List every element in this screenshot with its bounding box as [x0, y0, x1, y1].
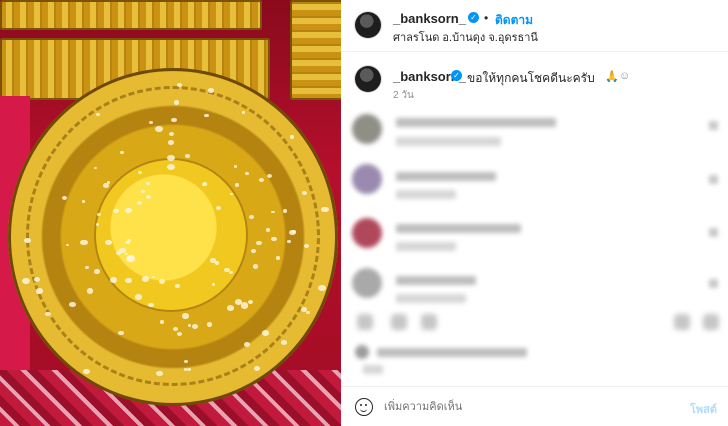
rice-grain — [159, 319, 165, 324]
likes-text-blurred — [377, 348, 527, 357]
comment-meta-blurred — [396, 294, 466, 303]
rice-grain — [204, 113, 209, 118]
rice-grain — [137, 200, 143, 205]
rice-grain — [207, 88, 214, 93]
rice-grain — [187, 324, 191, 327]
bowl-center — [96, 160, 246, 310]
comment-avatar[interactable] — [352, 268, 382, 298]
rice-grain — [212, 283, 216, 286]
bookmark-icon[interactable] — [674, 314, 690, 330]
caption-text: ขอให้ทุกคนโชคดีนะครับ — [467, 71, 595, 85]
rice-grain — [321, 206, 329, 213]
rice-grain — [184, 154, 190, 158]
rice-grain — [158, 278, 165, 284]
rice-grain — [245, 171, 250, 175]
comment-text-blurred — [396, 276, 476, 285]
caption-timestamp: 2 วัน — [393, 90, 414, 101]
gold-tray-decoration — [0, 0, 262, 30]
author-avatar[interactable] — [355, 12, 381, 38]
rice-grain — [167, 140, 174, 146]
post-comment-button[interactable]: โพสต์ — [690, 400, 717, 418]
paper-plane-icon[interactable] — [421, 314, 437, 330]
rice-grain — [250, 249, 256, 253]
verified-badge-icon: ✓ — [451, 70, 462, 81]
action-bar — [341, 308, 728, 338]
post-details-panel: _banksorn_ ✓ • ติดตาม ศาลรโนด อ.บ้านดุง … — [341, 0, 728, 426]
comment-like-icon[interactable] — [709, 228, 718, 237]
verified-badge-icon: ✓ — [468, 12, 479, 23]
rice-grain — [125, 207, 132, 214]
smiley-face-icon[interactable] — [355, 398, 373, 416]
comment-text-blurred — [396, 118, 556, 127]
rice-grain — [154, 125, 163, 132]
rice-grain — [24, 238, 31, 244]
rice-grain — [215, 205, 221, 210]
comment-text-blurred — [396, 224, 521, 233]
more-icon[interactable] — [703, 314, 719, 330]
rice-grain — [289, 134, 295, 139]
rice-grain — [214, 261, 219, 265]
rice-grain — [140, 189, 145, 194]
rice-grain — [134, 294, 142, 300]
comment-meta-blurred — [396, 190, 456, 199]
rice-grain — [69, 302, 76, 307]
likes-count-blurred — [363, 365, 383, 374]
rice-grain — [33, 277, 40, 282]
author-username[interactable]: _banksorn_ — [393, 11, 466, 26]
rice-grain — [141, 275, 150, 282]
comment-text-blurred — [396, 172, 496, 181]
rice-grain — [291, 229, 296, 233]
comment-like-icon[interactable] — [709, 279, 718, 288]
rice-grain — [80, 239, 88, 246]
rice-grain — [167, 163, 175, 170]
rice-grain — [301, 190, 307, 195]
rice-grain — [234, 299, 242, 305]
comment-meta-blurred — [396, 137, 501, 146]
post-photo[interactable] — [0, 0, 341, 426]
heart-icon[interactable] — [357, 314, 373, 330]
liker-avatar — [355, 345, 369, 359]
rice-grain — [252, 264, 259, 269]
rice-grain — [36, 288, 43, 294]
rice-grain — [138, 170, 143, 174]
comment-like-icon[interactable] — [709, 175, 718, 184]
separator-dot: • — [484, 11, 489, 25]
rice-grain — [240, 302, 249, 309]
comment-bubble-icon[interactable] — [391, 314, 407, 330]
comment-meta-blurred — [396, 242, 456, 251]
rice-grain — [22, 278, 30, 285]
divider — [341, 386, 728, 387]
post-header: _banksorn_ ✓ • ติดตาม ศาลรโนด อ.บ้านดุง … — [341, 0, 728, 52]
comment-like-icon[interactable] — [709, 121, 718, 130]
rice-grain — [106, 180, 111, 184]
gold-tray-decoration — [290, 0, 341, 100]
comment-avatar[interactable] — [352, 218, 382, 248]
rice-grain — [95, 112, 101, 116]
rice-grain — [173, 100, 180, 105]
rice-grain — [287, 239, 291, 243]
smile-emoji: ☺ — [619, 70, 631, 82]
rice-grain — [93, 269, 100, 274]
pray-emoji: 🙏 — [605, 71, 619, 83]
add-comment-input[interactable] — [384, 399, 674, 415]
rice-grain — [226, 304, 235, 311]
rice-grain — [148, 302, 154, 308]
rice-grain — [261, 330, 270, 336]
rice-grain — [86, 288, 94, 294]
caption-avatar[interactable] — [355, 66, 381, 92]
rice-grain — [174, 284, 180, 288]
rice-grain — [110, 277, 118, 283]
rice-grain — [184, 359, 189, 363]
rice-grain — [61, 196, 67, 201]
rice-grain — [248, 214, 255, 219]
rice-grain — [266, 228, 271, 232]
comment-avatar[interactable] — [352, 164, 382, 194]
rice-grain — [228, 271, 233, 275]
location-link[interactable]: ศาลรโนด อ.บ้านดุง จ.อุดรธานี — [393, 28, 538, 46]
rice-grain — [125, 277, 132, 283]
comment-avatar[interactable] — [352, 114, 382, 144]
rice-grain — [275, 256, 281, 260]
rice-grain — [127, 255, 136, 262]
